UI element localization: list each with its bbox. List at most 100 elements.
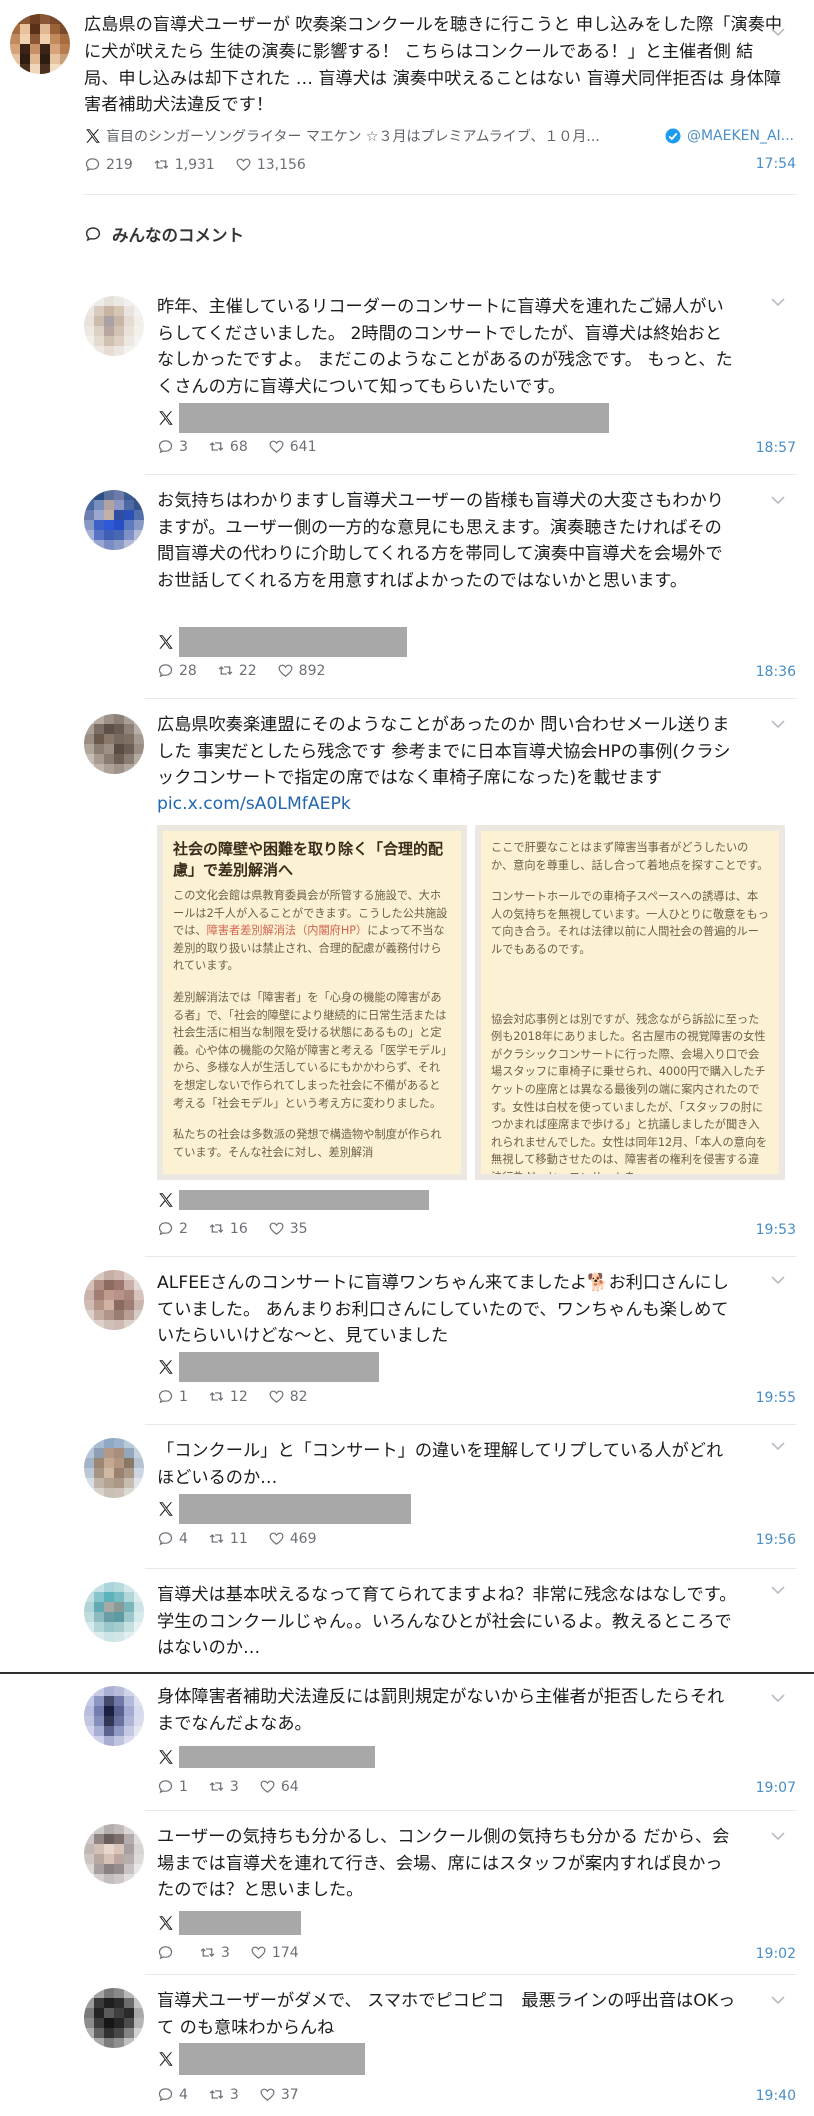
heart-icon	[269, 1532, 284, 1545]
retweet-icon	[209, 1534, 224, 1543]
author-row[interactable]	[157, 627, 407, 657]
like-button[interactable]: 64	[259, 1778, 299, 1795]
comment-time[interactable]: 19:07	[756, 1780, 796, 1796]
x-logo-icon	[86, 129, 100, 143]
retweet-icon	[209, 1782, 224, 1791]
retweet-button[interactable]: 12	[208, 1388, 248, 1405]
comment: お気持ちはわかりますし盲導犬ユーザーの皆様も盲導犬の大変さもわかりますが。ユーザ…	[0, 474, 814, 684]
chevron-down-icon[interactable]	[770, 1270, 786, 1289]
avatar[interactable]	[84, 1824, 144, 1884]
author-row[interactable]	[157, 2043, 365, 2075]
comment: 盲導犬ユーザーがダメで、 スマホでピコピコ 最悪ラインの呼出音はOKって のも意…	[0, 1974, 814, 2116]
retweet-button[interactable]: 3	[208, 1778, 239, 1795]
comments-heading: みんなのコメント	[84, 222, 244, 246]
avatar[interactable]	[84, 1686, 144, 1746]
avatar[interactable]	[84, 714, 144, 774]
comment-stats: 1 3 64	[157, 1778, 319, 1795]
reply-button[interactable]	[157, 1944, 179, 1961]
avatar[interactable]	[10, 14, 70, 74]
reply-button[interactable]: 4	[157, 1530, 188, 1547]
retweet-button[interactable]: 1,931	[153, 156, 215, 173]
reply-icon	[85, 158, 100, 172]
author-row[interactable]	[157, 1908, 301, 1938]
comment-text: 昨年、主催しているリコーダーのコンサートに盲導犬を連れたご婦人がいらしてください…	[157, 297, 733, 397]
retweet-button[interactable]: 3	[199, 1944, 230, 1961]
retweet-icon	[218, 666, 233, 675]
comment: 「コンクール」と「コンサート」の違いを理解してリプしている人がどれほどいるのか……	[0, 1424, 814, 1564]
chevron-down-icon[interactable]	[770, 292, 786, 311]
reply-icon	[158, 440, 173, 454]
image-link[interactable]: pic.x.com/sA0LMfAEPk	[157, 791, 737, 818]
comment-time[interactable]: 19:55	[756, 1390, 796, 1406]
comment-stats: 3 174	[157, 1944, 319, 1961]
avatar[interactable]	[84, 1438, 144, 1498]
comment: 昨年、主催しているリコーダーのコンサートに盲導犬を連れたご婦人がいらしてください…	[0, 280, 814, 460]
avatar[interactable]	[84, 296, 144, 356]
reply-button[interactable]: 28	[157, 662, 197, 679]
like-button[interactable]: 35	[268, 1220, 308, 1237]
image-paragraph: ここで肝要なことはまず障害当事者がどうしたいのか、意向を尊重し、話し合って着地点…	[491, 841, 769, 872]
chevron-down-icon[interactable]	[770, 1688, 786, 1707]
top-post: 広島県の盲導犬ユーザーが 吹奏楽コンクールを聴きに行こうと 申し込みをした際「演…	[0, 0, 814, 180]
comment-time[interactable]: 19:56	[756, 1532, 796, 1548]
x-logo-icon	[159, 411, 173, 425]
author-row[interactable]	[157, 1352, 379, 1382]
chevron-down-icon[interactable]	[770, 1826, 786, 1845]
like-button[interactable]: 641	[268, 438, 316, 455]
reply-button[interactable]: 1	[157, 1388, 188, 1405]
image-paragraph: コンサートホールでの車椅子スペースへの誘導は、本人の気持ちを無視しています。一人…	[491, 890, 769, 956]
reply-button[interactable]: 1	[157, 1778, 188, 1795]
comment: 身体障害者補助犬法違反には罰則規定がないから主催者が拒否したらそれまでなんだよな…	[0, 1674, 814, 1810]
chevron-down-icon[interactable]	[770, 1580, 786, 1599]
author-row[interactable]	[157, 1494, 411, 1524]
like-button[interactable]: 82	[268, 1388, 308, 1405]
like-button[interactable]: 174	[250, 1944, 299, 1961]
retweet-icon	[200, 1948, 215, 1957]
post-stats: 219 1,931 13,156	[84, 156, 326, 173]
comment-stats: 1 12 82	[157, 1388, 328, 1405]
avatar[interactable]	[84, 490, 144, 550]
retweet-button[interactable]: 22	[217, 662, 257, 679]
comment-stats: 3 68 641	[157, 438, 336, 455]
reply-icon	[158, 664, 173, 678]
post-time[interactable]: 17:54	[756, 156, 796, 172]
like-button[interactable]: 469	[268, 1530, 316, 1547]
comment-text: ALFEEさんのコンサートに盲導ワンちゃん来てましたよ🐕お利口さんにしていました…	[157, 1273, 729, 1346]
author-row[interactable]: 盲目のシンガーソングライター マエケン ☆３月はプレミアムライブ、１０月... …	[84, 126, 794, 146]
reply-icon	[158, 1780, 173, 1794]
avatar[interactable]	[84, 1988, 144, 2048]
avatar[interactable]	[84, 1270, 144, 1330]
reply-button[interactable]: 4	[157, 2086, 188, 2103]
comment-time[interactable]: 18:36	[756, 664, 796, 680]
reply-icon	[158, 1222, 173, 1236]
author-row[interactable]	[157, 1742, 375, 1772]
author-row[interactable]	[157, 403, 609, 433]
comment-text: お気持ちはわかりますし盲導犬ユーザーの皆様も盲導犬の大変さもわかりますが。ユーザ…	[157, 491, 724, 591]
reply-button[interactable]: 219	[84, 156, 133, 173]
reply-button[interactable]: 2	[157, 1220, 188, 1237]
chevron-down-icon[interactable]	[770, 22, 786, 41]
like-button[interactable]: 37	[259, 2086, 299, 2103]
reply-button[interactable]: 3	[157, 438, 188, 455]
redacted-author	[179, 1911, 301, 1935]
comment-time[interactable]: 18:57	[756, 440, 796, 456]
embedded-image[interactable]: 社会の障壁や困難を取り除く「合理的配慮」で差別解消へ この文化会館は県教育委員会…	[157, 825, 785, 1180]
retweet-button[interactable]: 3	[208, 2086, 239, 2103]
redacted-author	[179, 1352, 379, 1382]
chevron-down-icon[interactable]	[770, 1436, 786, 1455]
comment-text: ユーザーの気持ちも分かるし、コンクール側の気持ちも分かる だから、会場までは盲導…	[157, 1827, 730, 1900]
chevron-down-icon[interactable]	[770, 714, 786, 733]
retweet-button[interactable]: 68	[208, 438, 248, 455]
like-button[interactable]: 13,156	[235, 156, 306, 173]
avatar[interactable]	[84, 1582, 144, 1642]
retweet-button[interactable]: 16	[208, 1220, 248, 1237]
retweet-button[interactable]: 11	[208, 1530, 248, 1547]
comment-time[interactable]: 19:40	[756, 2088, 796, 2104]
like-button[interactable]: 892	[277, 662, 325, 679]
chevron-down-icon[interactable]	[770, 1990, 786, 2009]
author-row[interactable]	[157, 1185, 429, 1215]
chevron-down-icon[interactable]	[770, 490, 786, 509]
heart-icon	[251, 1946, 266, 1959]
comment-time[interactable]: 19:02	[756, 1946, 796, 1962]
comment-time[interactable]: 19:53	[756, 1222, 796, 1238]
